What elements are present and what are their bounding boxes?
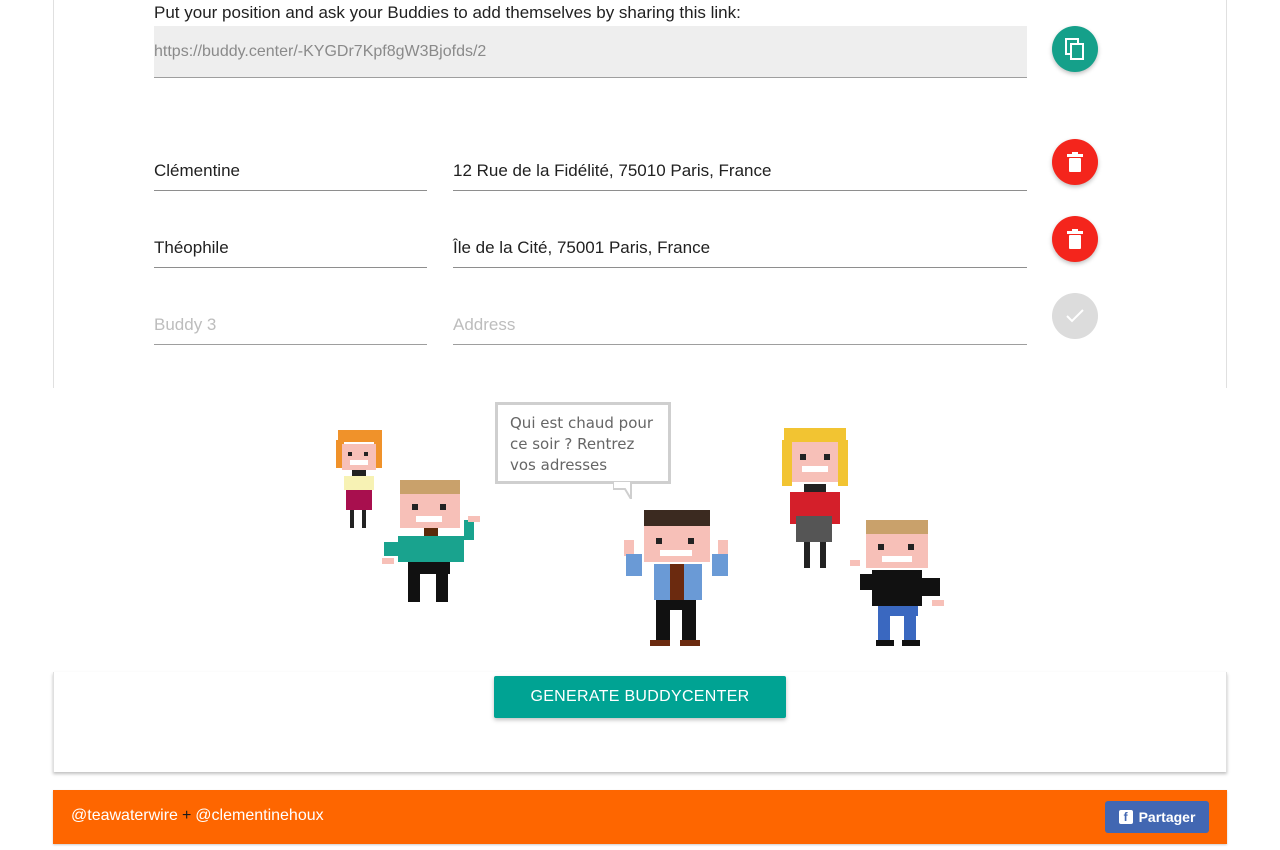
facebook-share-label: Partager <box>1138 809 1196 825</box>
delete-buddy-button[interactable] <box>1052 139 1098 185</box>
blonde-woman-character <box>782 428 848 568</box>
redhead-girl-character <box>336 430 382 528</box>
speech-bubble: Qui est chaud pour ce soir ? Rentrez vos… <box>495 402 671 484</box>
copy-icon <box>1065 38 1084 60</box>
delete-buddy-button[interactable] <box>1052 216 1098 262</box>
facebook-share-button[interactable]: f Partager <box>1105 801 1209 833</box>
speech-bubble-tail <box>613 481 632 499</box>
check-icon <box>1066 309 1084 323</box>
new-buddy-name-input[interactable]: Buddy 3 <box>154 305 427 345</box>
generate-buddycenter-button[interactable]: GENERATE BUDDYCENTER <box>494 676 786 718</box>
facebook-icon: f <box>1118 810 1133 824</box>
add-buddy-button[interactable] <box>1052 293 1098 339</box>
credit-separator: + <box>181 807 192 824</box>
footer-credits: @teawaterwire + @clementinehoux <box>71 807 324 825</box>
delete-icon <box>1067 229 1083 249</box>
blue-shirt-guy-character <box>624 510 728 646</box>
black-jacket-guy-character <box>850 520 944 646</box>
buddy-name-field[interactable]: Clémentine <box>154 151 427 191</box>
share-instructions: Put your position and ask your Buddies t… <box>154 3 741 22</box>
credit-link-clementinehoux[interactable]: @clementinehoux <box>195 807 323 824</box>
copy-link-button[interactable] <box>1052 26 1098 72</box>
buddy-address-field[interactable]: 12 Rue de la Fidélité, 75010 Paris, Fran… <box>453 151 1027 191</box>
buddy-name-field[interactable]: Théophile <box>154 228 427 268</box>
buddy-address-field[interactable]: Île de la Cité, 75001 Paris, France <box>453 228 1027 268</box>
share-link-field[interactable]: https://buddy.center/-KYGDr7Kpf8gW3Bjofd… <box>154 26 1027 78</box>
footer-bar: @teawaterwire + @clementinehoux f Partager <box>53 790 1227 844</box>
credit-link-teawaterwire[interactable]: @teawaterwire <box>71 807 178 824</box>
delete-icon <box>1067 152 1083 172</box>
new-buddy-address-input[interactable]: Address <box>453 305 1027 345</box>
teal-shirt-boy-character <box>382 480 480 602</box>
